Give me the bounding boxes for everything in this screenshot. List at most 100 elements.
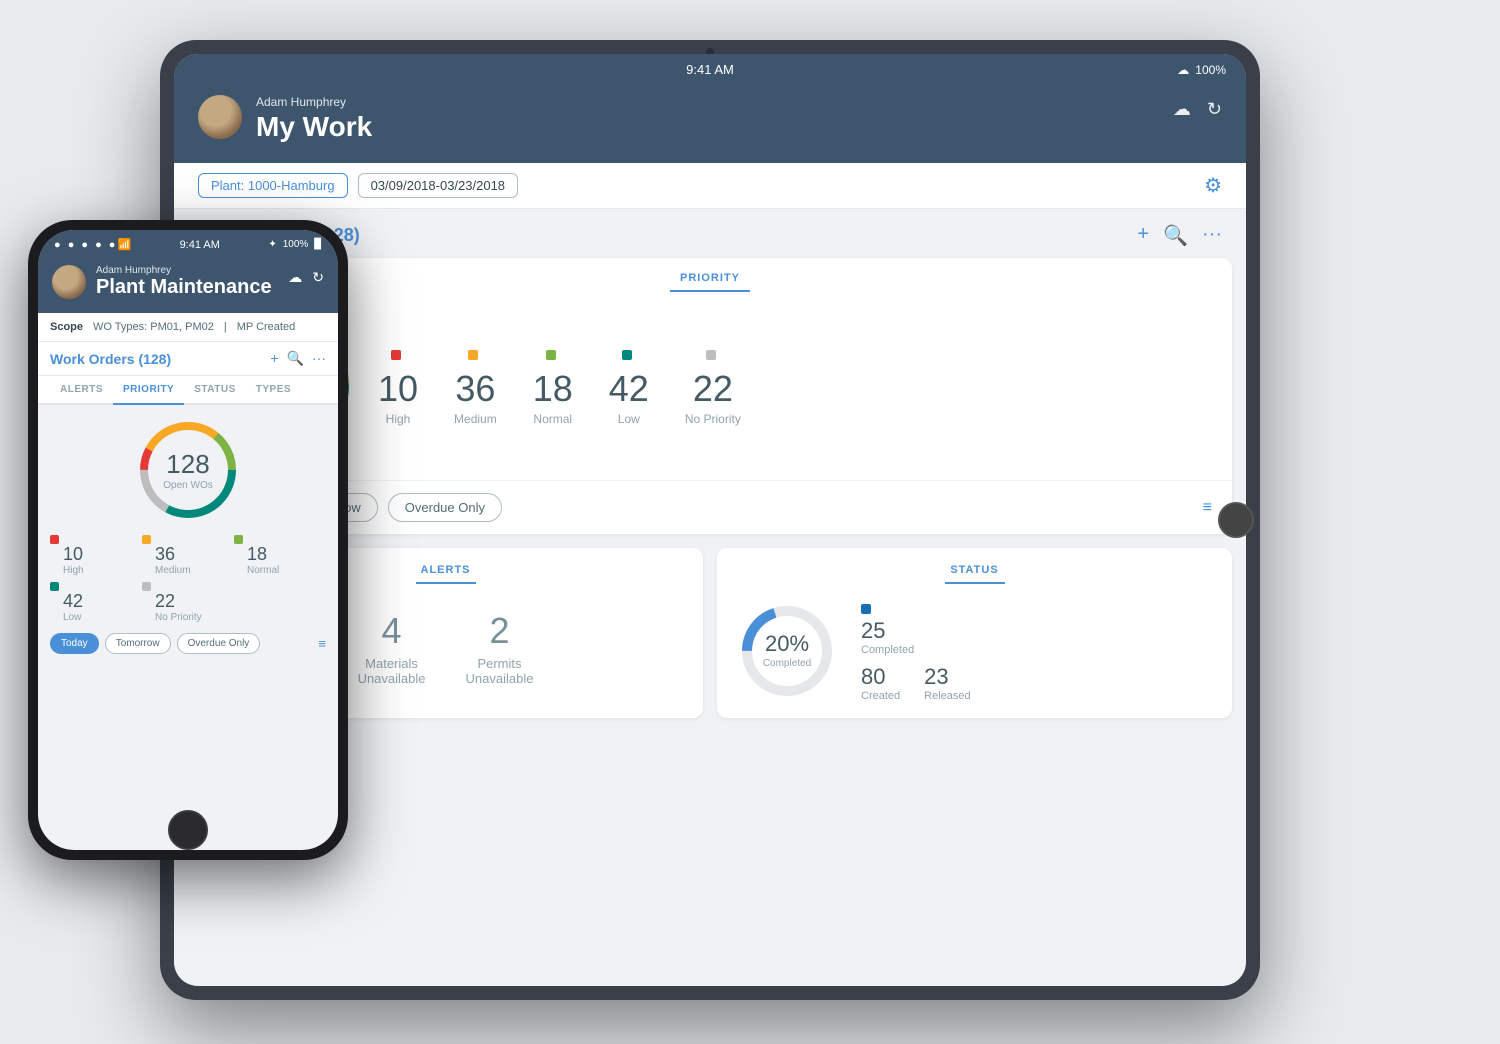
- tablet-status-bar: 9:41 AM ☁ 100%: [174, 54, 1246, 85]
- phone-wo-count: (128): [138, 351, 171, 367]
- phone-home-button[interactable]: [168, 810, 208, 850]
- phone-scope-bar: Scope WO Types: PM01, PM02 | MP Created: [38, 313, 338, 342]
- phone-stat-no-priority: 22 No Priority: [142, 582, 234, 623]
- phone-overdue-btn[interactable]: Overdue Only: [177, 633, 261, 654]
- status-donut-center: 20% Completed: [763, 633, 811, 669]
- phone-content: 128 Open WOs 10 High: [38, 405, 338, 664]
- cloud-sync-icon[interactable]: ☁: [1173, 99, 1191, 120]
- created-stat: 80 Created: [861, 664, 900, 702]
- add-icon[interactable]: +: [1137, 223, 1149, 248]
- stat-low: 42 Low: [609, 346, 649, 426]
- materials-label: MaterialsUnavailable: [358, 656, 426, 686]
- filter-adjust-icon[interactable]: ≡: [1203, 499, 1212, 517]
- phone-medium-number: 36: [155, 544, 234, 565]
- status-tab-label[interactable]: STATUS: [945, 564, 1005, 584]
- refresh-icon[interactable]: ↻: [1207, 99, 1222, 120]
- status-content: 20% Completed 25 Completed: [737, 600, 1212, 702]
- phone-refresh-icon[interactable]: ↻: [312, 269, 324, 286]
- phone-medium-label: Medium: [155, 565, 234, 576]
- phone-filter-buttons: Today Tomorrow Overdue Only ≡: [50, 633, 326, 654]
- no-priority-dot: [706, 350, 716, 360]
- phone-no-priority-label: No Priority: [155, 612, 234, 623]
- phone-low-dot: [50, 582, 59, 591]
- low-label: Low: [609, 412, 649, 426]
- stat-high: 10 10 High: [378, 346, 418, 426]
- phone-high-number: 10: [63, 544, 142, 565]
- created-number: 80: [861, 664, 900, 690]
- tab-alerts[interactable]: ALERTS: [50, 376, 113, 405]
- phone-more-icon[interactable]: ···: [312, 350, 326, 367]
- tablet-header-text: Adam Humphrey My Work: [256, 95, 372, 143]
- battery-indicator: 100%: [1195, 63, 1226, 77]
- phone-tomorrow-btn[interactable]: Tomorrow: [105, 633, 171, 654]
- phone-stat-no-priority-row: [142, 582, 234, 591]
- created-label: Created: [861, 690, 900, 702]
- normal-label: Normal: [533, 412, 573, 426]
- phone-bluetooth-icon: ✦: [268, 239, 276, 250]
- released-number: 23: [924, 664, 970, 690]
- phone-stat-medium-row: [142, 535, 234, 544]
- scope-row: Scope WO Types: PM01, PM02 | MP Created: [50, 321, 326, 333]
- priority-tab-label[interactable]: PRIORITY: [670, 258, 750, 292]
- tablet-right-icons: ☁ 100%: [1177, 63, 1226, 77]
- phone-no-priority-number: 22: [155, 591, 234, 612]
- permits-count: 2: [466, 610, 534, 652]
- phone-notch: [148, 220, 228, 228]
- phone-filter-adjust-icon[interactable]: ≡: [318, 636, 326, 651]
- phone-cloud-icon[interactable]: ☁: [288, 269, 302, 286]
- tablet-header: Adam Humphrey My Work ☁ ↻: [174, 85, 1246, 163]
- permits-unavailable: 2 PermitsUnavailable: [466, 610, 534, 686]
- no-priority-number: 22: [685, 368, 741, 410]
- phone-today-btn[interactable]: Today: [50, 633, 99, 654]
- plant-filter-chip[interactable]: Plant: 1000-Hamburg: [198, 173, 348, 198]
- tab-types[interactable]: TYPES: [246, 376, 301, 405]
- phone-stat-low-row: [50, 582, 142, 591]
- tablet-home-button[interactable]: [1218, 502, 1254, 538]
- phone-wifi-icon: 📶: [117, 238, 131, 251]
- tablet-priority-stats: 10 10 High 36 Medium 18: [378, 346, 1202, 426]
- completion-label: Completed: [763, 658, 811, 669]
- settings-icon[interactable]: ⚙: [1204, 173, 1222, 198]
- medium-number: 36: [454, 368, 497, 410]
- phone-stats-grid: 10 High 36 Medium 18: [50, 535, 326, 623]
- released-stat: 23 Released: [924, 664, 970, 702]
- phone-stat-normal: 18 Normal: [234, 535, 326, 576]
- released-label: Released: [924, 690, 970, 702]
- tab-priority[interactable]: PRIORITY: [113, 376, 184, 405]
- completed-number: 25: [861, 618, 971, 644]
- permits-label: PermitsUnavailable: [466, 656, 534, 686]
- phone-header-left: Adam Humphrey Plant Maintenance: [52, 265, 272, 299]
- low-number: 42: [609, 368, 649, 410]
- phone-header: Adam Humphrey Plant Maintenance ☁ ↻: [38, 259, 338, 313]
- phone-status-bar: ● ● ● ● ● 📶 9:41 AM ✦ 100% ▉: [38, 230, 338, 259]
- phone-low-label: Low: [63, 612, 142, 623]
- phone-stat-low: 42 Low: [50, 582, 142, 623]
- stat-no-priority: 22 No Priority: [685, 346, 741, 426]
- phone-stat-high-row: [50, 535, 142, 544]
- phone-stat-high: 10 High: [50, 535, 142, 576]
- created-released-row: 80 Created 23 Released: [861, 664, 971, 702]
- phone-donut-chart: 128 Open WOs: [133, 415, 243, 525]
- tab-status[interactable]: STATUS: [184, 376, 246, 405]
- phone-search-icon[interactable]: 🔍: [287, 350, 304, 367]
- phone-header-text: Adam Humphrey Plant Maintenance: [96, 265, 272, 299]
- completed-stat: 25 Completed: [861, 600, 971, 656]
- more-options-icon[interactable]: ···: [1202, 223, 1222, 248]
- phone-page-title: Plant Maintenance: [96, 276, 272, 299]
- alerts-tab-label[interactable]: ALERTS: [416, 564, 476, 584]
- status-card: STATUS 20% Co: [717, 548, 1232, 718]
- tablet-filter-bar: Plant: 1000-Hamburg 03/09/2018-03/23/201…: [174, 163, 1246, 209]
- materials-count: 4: [358, 610, 426, 652]
- date-filter-chip[interactable]: 03/09/2018-03/23/2018: [358, 173, 518, 198]
- phone-no-priority-dot: [142, 582, 151, 591]
- phone-open-wo: 128: [163, 449, 212, 480]
- scope-label: Scope: [50, 321, 83, 333]
- search-icon[interactable]: 🔍: [1163, 223, 1188, 248]
- overdue-filter-btn[interactable]: Overdue Only: [388, 493, 502, 522]
- completion-pct: 20%: [765, 631, 809, 656]
- normal-dot: [546, 350, 556, 360]
- materials-unavailable: 4 MaterialsUnavailable: [358, 610, 426, 686]
- phone-add-icon[interactable]: +: [270, 350, 278, 367]
- phone-high-label: High: [63, 565, 142, 576]
- tablet-avatar: [198, 95, 242, 139]
